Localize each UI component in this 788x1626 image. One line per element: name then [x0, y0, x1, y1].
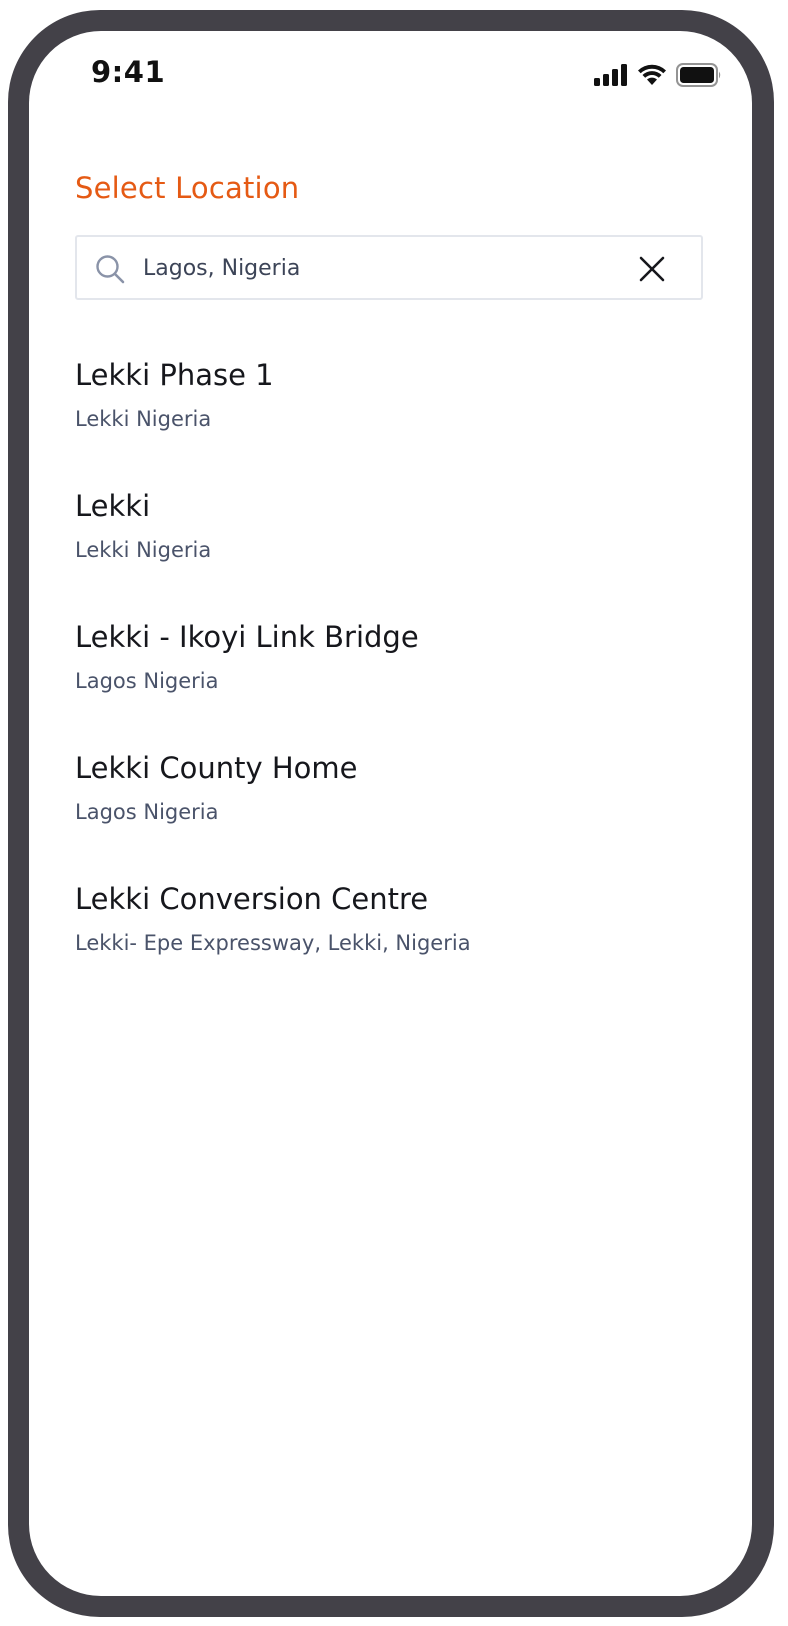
location-name: Lekki [75, 489, 151, 523]
location-name: Lekki County Home [75, 751, 358, 785]
location-name: Lekki - Ikoyi Link Bridge [75, 620, 419, 654]
app-screen: 9:41 Select Location Lagos, Nigeria Lekk… [29, 31, 752, 1596]
status-bar: 9:41 [29, 31, 752, 121]
location-address: Lekki- Epe Expressway, Lekki, Nigeria [75, 931, 471, 955]
location-address: Lagos Nigeria [75, 669, 219, 693]
search-icon [95, 254, 125, 284]
location-result-item[interactable]: Lekki Phase 1 Lekki Nigeria [75, 351, 715, 482]
battery-icon [676, 63, 722, 87]
location-result-item[interactable]: Lekki County Home Lagos Nigeria [75, 744, 715, 875]
location-name: Lekki Phase 1 [75, 358, 274, 392]
location-result-item[interactable]: Lekki Lekki Nigeria [75, 482, 715, 613]
device-frame: 9:41 Select Location Lagos, Nigeria Lekk… [8, 10, 774, 1617]
status-time: 9:41 [91, 55, 166, 89]
search-bar[interactable] [75, 235, 703, 300]
search-input[interactable] [143, 247, 603, 289]
close-icon[interactable] [637, 254, 667, 284]
location-results-list: Lekki Phase 1 Lekki Nigeria Lekki Lekki … [75, 351, 715, 1006]
status-icons [594, 63, 722, 87]
location-name: Lekki Conversion Centre [75, 882, 429, 916]
location-address: Lekki Nigeria [75, 407, 212, 431]
location-address: Lekki Nigeria [75, 538, 212, 562]
location-address: Lagos Nigeria [75, 800, 219, 824]
cellular-signal-icon [594, 64, 628, 86]
location-result-item[interactable]: Lekki Conversion Centre Lekki- Epe Expre… [75, 875, 715, 1006]
page-title: Select Location [75, 171, 300, 205]
location-result-item[interactable]: Lekki - Ikoyi Link Bridge Lagos Nigeria [75, 613, 715, 744]
wifi-icon [636, 63, 668, 87]
